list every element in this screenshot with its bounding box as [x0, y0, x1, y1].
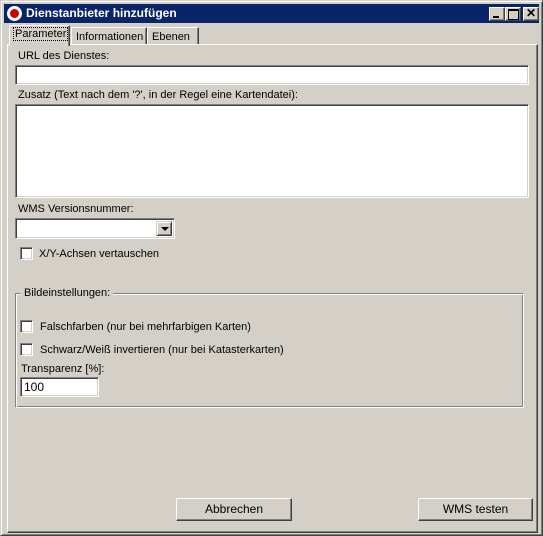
false-colors-checkbox[interactable] [20, 320, 33, 333]
wms-test-button[interactable]: WMS testen [418, 498, 533, 521]
transparency-label: Transparenz [%]: [21, 363, 105, 375]
swap-axes-checkbox[interactable] [20, 247, 33, 260]
url-field-frame [15, 65, 529, 85]
tab-label: Parameter [12, 27, 69, 41]
wms-version-select[interactable] [15, 218, 175, 239]
invert-bw-label[interactable]: Schwarz/Weiß invertieren (nur bei Katast… [40, 344, 284, 357]
close-icon: ✕ [525, 6, 537, 20]
tab-label: Informationen [76, 31, 144, 43]
transparency-field[interactable] [21, 378, 98, 396]
dialog-window: Dienstanbieter hinzufügen ✕ Parameter In… [0, 0, 543, 536]
url-field[interactable] [16, 66, 528, 84]
transparency-field-frame [20, 377, 99, 397]
tab-parameter[interactable]: Parameter [9, 25, 70, 46]
tab-label: Ebenen [152, 31, 190, 43]
zusatz-label: Zusatz (Text nach dem '?', in der Regel … [18, 89, 298, 101]
minimize-icon[interactable] [489, 7, 505, 21]
title-bar[interactable]: Dienstanbieter hinzufügen ✕ [4, 4, 539, 23]
app-icon [7, 6, 22, 21]
wms-version-label: WMS Versionsnummer: [18, 203, 134, 215]
tab-informationen[interactable]: Informationen [71, 27, 147, 45]
close-button[interactable]: ✕ [523, 6, 539, 21]
zusatz-field-frame [15, 104, 529, 198]
chevron-down-icon[interactable] [156, 221, 172, 236]
swap-axes-label[interactable]: X/Y-Achsen vertauschen [39, 248, 159, 261]
invert-bw-checkbox[interactable] [20, 343, 33, 356]
maximize-icon[interactable] [505, 7, 521, 21]
false-colors-label[interactable]: Falschfarben (nur bei mehrfarbigen Karte… [40, 321, 251, 334]
image-settings-title: Bildeinstellungen: [21, 287, 114, 300]
zusatz-field[interactable] [16, 105, 528, 197]
window-title: Dienstanbieter hinzufügen [26, 6, 177, 20]
tab-ebenen[interactable]: Ebenen [147, 27, 199, 45]
cancel-button[interactable]: Abbrechen [176, 498, 292, 521]
url-label: URL des Dienstes: [18, 50, 110, 62]
